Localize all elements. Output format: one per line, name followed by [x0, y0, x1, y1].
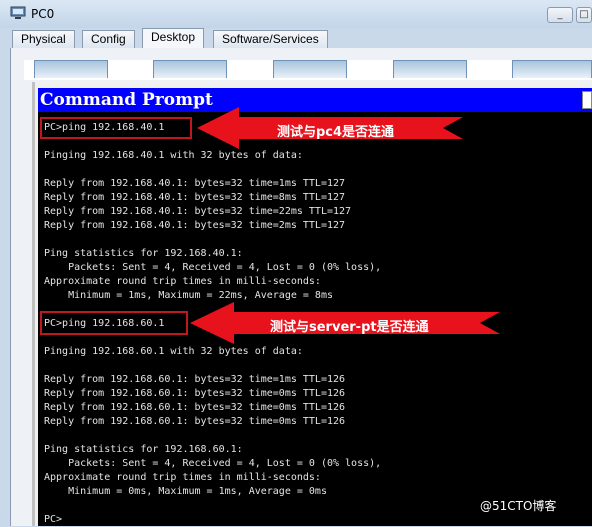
pc-icon	[10, 6, 26, 19]
terminal-line: Approximate round trip times in milli-se…	[44, 472, 321, 483]
desktop-app-icon[interactable]	[153, 60, 227, 78]
terminal-line: Pinging 192.168.60.1 with 32 bytes of da…	[44, 346, 303, 357]
desktop-app-icon[interactable]	[34, 60, 108, 78]
terminal-line: Approximate round trip times in milli-se…	[44, 276, 321, 287]
watermark: @51CTO博客	[480, 499, 557, 513]
terminal-line: Reply from 192.168.60.1: bytes=32 time=0…	[44, 416, 346, 427]
tab-bar: Physical Config Desktop Software/Service…	[0, 28, 592, 48]
terminal-line: Minimum = 0ms, Maximum = 1ms, Average = …	[44, 486, 327, 497]
terminal-line: Reply from 192.168.60.1: bytes=32 time=0…	[44, 402, 346, 413]
close-button[interactable]	[582, 91, 592, 109]
tab-physical[interactable]: Physical	[12, 30, 75, 48]
desktop-app-icon[interactable]	[393, 60, 467, 78]
desktop-app-icon[interactable]	[273, 60, 347, 78]
terminal-line: Reply from 192.168.60.1: bytes=32 time=1…	[44, 374, 346, 385]
annotation-label: 测试与server-pt是否连通	[270, 320, 429, 335]
tab-config[interactable]: Config	[82, 30, 135, 48]
annotation-label: 测试与pc4是否连通	[277, 125, 395, 140]
terminal-line: Pinging 192.168.40.1 with 32 bytes of da…	[44, 150, 303, 161]
command-highlight-box	[40, 311, 188, 335]
terminal-line: Reply from 192.168.40.1: bytes=32 time=8…	[44, 192, 346, 203]
window-title: PC0	[31, 7, 55, 21]
title-bar: PC0 _ □	[0, 0, 592, 28]
terminal-line: Minimum = 1ms, Maximum = 22ms, Average =…	[44, 290, 333, 301]
terminal-line: Ping statistics for 192.168.60.1:	[44, 444, 243, 455]
desktop-app-icon[interactable]	[512, 60, 592, 78]
terminal-line: Packets: Sent = 4, Received = 4, Lost = …	[44, 458, 382, 469]
terminal-line: Reply from 192.168.60.1: bytes=32 time=0…	[44, 388, 346, 399]
terminal-line: Reply from 192.168.40.1: bytes=32 time=2…	[44, 220, 346, 231]
restore-button[interactable]: □	[576, 7, 592, 23]
terminal-line: Reply from 192.168.40.1: bytes=32 time=1…	[44, 178, 346, 189]
tab-desktop[interactable]: Desktop	[142, 28, 205, 48]
terminal-line: Reply from 192.168.40.1: bytes=32 time=2…	[44, 206, 352, 217]
terminal-line: Ping statistics for 192.168.40.1:	[44, 248, 243, 259]
minimize-button[interactable]: _	[547, 7, 573, 23]
terminal-line: Packets: Sent = 4, Received = 4, Lost = …	[44, 262, 382, 273]
terminal-line: PC>	[44, 514, 63, 525]
tab-software-services[interactable]: Software/Services	[213, 30, 328, 48]
command-highlight-box	[40, 117, 192, 139]
